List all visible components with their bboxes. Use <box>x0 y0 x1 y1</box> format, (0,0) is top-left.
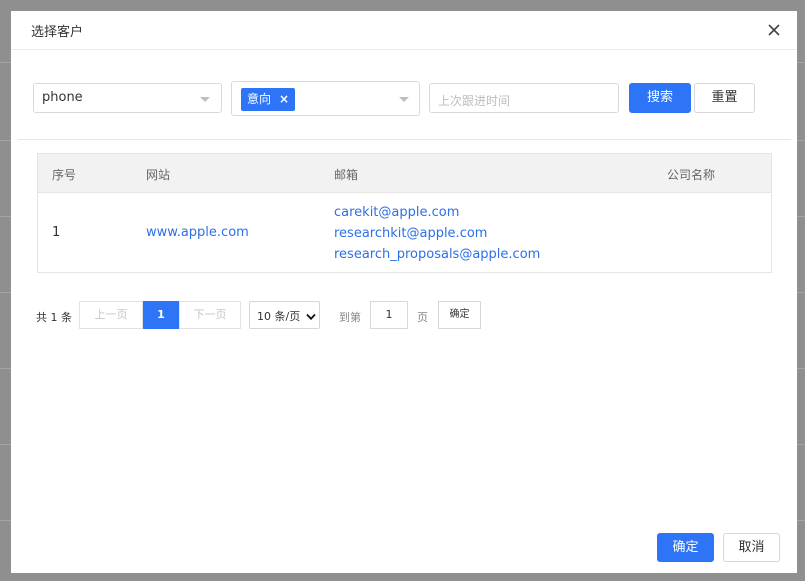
next-page-button[interactable]: 下一页 <box>179 301 241 329</box>
close-icon[interactable] <box>766 22 782 38</box>
column-header-website: 网站 <box>146 168 171 182</box>
reset-button[interactable]: 重置 <box>694 83 755 113</box>
followup-time-placeholder: 上次跟进时间 <box>438 94 511 108</box>
chevron-down-icon <box>200 97 210 102</box>
intent-tag-label: 意向 <box>247 92 272 106</box>
cancel-button[interactable]: 取消 <box>723 533 780 562</box>
confirm-button[interactable]: 确定 <box>657 533 714 562</box>
prev-page-button[interactable]: 上一页 <box>79 301 143 329</box>
field-select-value: phone <box>42 90 83 105</box>
divider <box>18 139 791 140</box>
email-list: carekit@apple.com researchkit@apple.com … <box>334 202 540 265</box>
goto-prefix: 到第 <box>339 311 361 324</box>
email-link[interactable]: researchkit@apple.com <box>334 223 540 244</box>
column-header-company: 公司名称 <box>667 168 716 182</box>
pagination-total: 共 1 条 <box>36 311 72 324</box>
email-link[interactable]: research_proposals@apple.com <box>334 244 540 265</box>
page-size-value: 10 条/页 <box>257 310 301 323</box>
website-link[interactable]: www.apple.com <box>146 225 249 240</box>
column-header-index: 序号 <box>52 168 77 182</box>
dialog-title: 选择客户 <box>31 25 84 40</box>
followup-time-picker[interactable]: 上次跟进时间 <box>429 83 619 113</box>
customer-table: 序号 网站 邮箱 公司名称 1 www.apple.com carekit@ap… <box>37 153 772 273</box>
email-link[interactable]: carekit@apple.com <box>334 202 540 223</box>
column-header-email: 邮箱 <box>334 168 359 182</box>
row-index: 1 <box>52 225 61 240</box>
dialog-header: 选择客户 <box>11 11 797 50</box>
tag-remove-icon[interactable]: × <box>279 88 289 111</box>
goto-suffix: 页 <box>417 311 428 324</box>
page-1-button[interactable]: 1 <box>143 301 179 329</box>
chevron-down-icon <box>306 311 316 324</box>
search-button[interactable]: 搜索 <box>629 83 691 113</box>
intent-select[interactable]: 意向 × <box>231 81 420 116</box>
table-header: 序号 网站 邮箱 公司名称 <box>38 154 771 193</box>
goto-confirm-button[interactable]: 确定 <box>438 301 481 329</box>
intent-tag: 意向 × <box>241 88 296 111</box>
goto-page-input[interactable]: 1 <box>370 301 408 329</box>
page-size-select[interactable]: 10 条/页 <box>249 301 320 329</box>
select-customer-dialog: 选择客户 phone 意向 × 上次跟进时间 搜索 重置 序号 网站 邮箱 公司名… <box>11 11 797 573</box>
field-select[interactable]: phone <box>33 83 222 113</box>
chevron-down-icon <box>399 97 409 102</box>
